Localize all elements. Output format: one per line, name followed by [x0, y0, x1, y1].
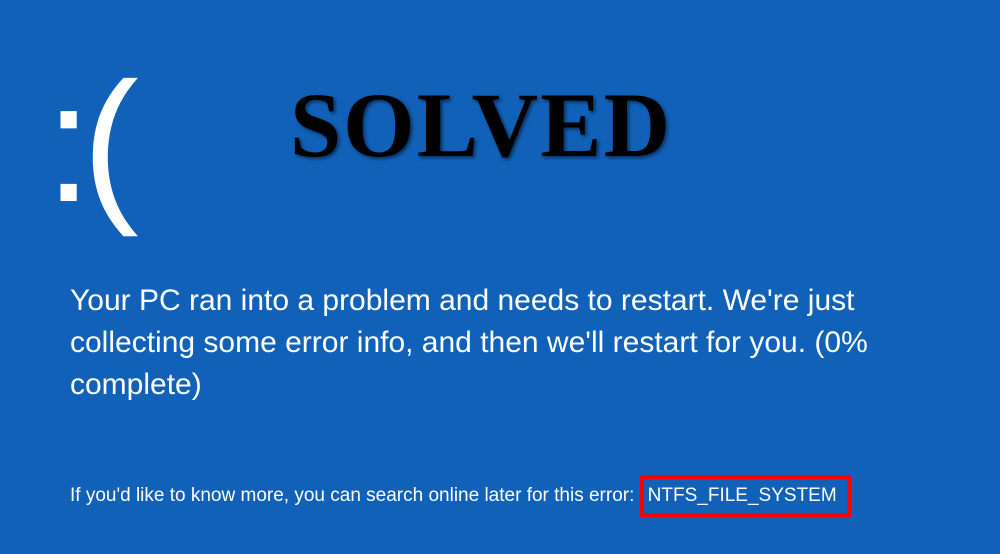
error-code: NTFS_FILE_SYSTEM	[648, 485, 837, 506]
bsod-message: Your PC ran into a problem and needs to …	[70, 280, 970, 406]
bsod-footer: If you'd like to know more, you can sear…	[70, 482, 845, 510]
solved-overlay-label: SOLVED	[290, 72, 672, 178]
footer-prefix-text: If you'd like to know more, you can sear…	[70, 485, 634, 506]
sad-face-icon: :(	[45, 58, 129, 228]
error-code-highlight: NTFS_FILE_SYSTEM	[642, 482, 845, 510]
